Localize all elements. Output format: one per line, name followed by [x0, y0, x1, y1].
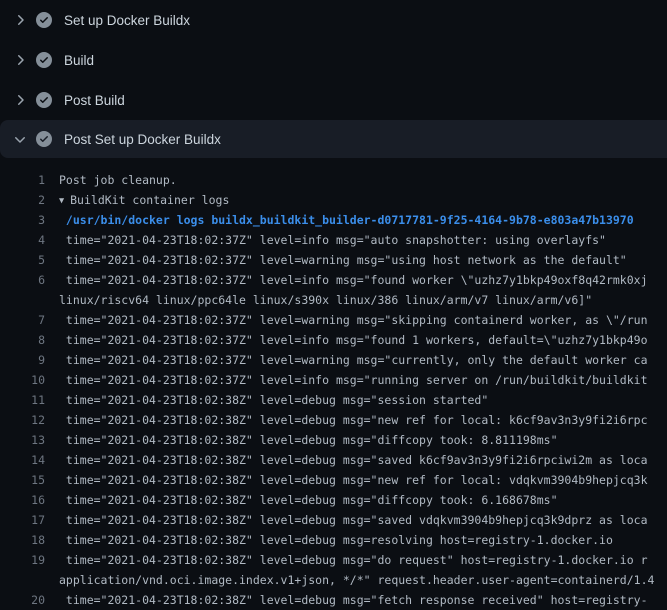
line-number[interactable]: 1 — [0, 170, 45, 190]
log-text: time="2021-04-23T18:02:37Z" level=warnin… — [45, 310, 648, 330]
log-text: time="2021-04-23T18:02:38Z" level=debug … — [45, 430, 558, 450]
step-row-post-set-up-docker-buildx[interactable]: Post Set up Docker Buildx — [0, 120, 667, 158]
log-row: 2▼BuildKit container logs — [0, 190, 667, 210]
log-row: 15 time="2021-04-23T18:02:38Z" level=deb… — [0, 470, 667, 490]
log-row: 16 time="2021-04-23T18:02:38Z" level=deb… — [0, 490, 667, 510]
log-row: 19 time="2021-04-23T18:02:38Z" level=deb… — [0, 550, 667, 570]
step-label: Build — [64, 53, 94, 68]
log-row: linux/riscv64 linux/ppc64le linux/s390x … — [0, 290, 667, 310]
log-viewer: 1Post job cleanup.2▼BuildKit container l… — [0, 158, 667, 610]
log-text: time="2021-04-23T18:02:37Z" level=info m… — [45, 370, 648, 390]
line-number[interactable]: 12 — [0, 410, 45, 430]
line-number[interactable]: 10 — [0, 370, 45, 390]
log-text: application/vnd.oci.image.index.v1+json,… — [45, 570, 654, 590]
log-text: time="2021-04-23T18:02:38Z" level=debug … — [45, 470, 648, 490]
step-row-set-up-docker-buildx[interactable]: Set up Docker Buildx — [0, 0, 667, 40]
line-number[interactable]: 7 — [0, 310, 45, 330]
log-text: time="2021-04-23T18:02:37Z" level=warnin… — [45, 250, 627, 270]
chevron-down-icon[interactable] — [12, 131, 28, 147]
step-row-post-build[interactable]: Post Build — [0, 80, 667, 120]
step-list: Set up Docker Buildx Build Post Build Po… — [0, 0, 667, 158]
log-row: 9 time="2021-04-23T18:02:37Z" level=warn… — [0, 350, 667, 370]
check-circle-icon — [36, 12, 52, 28]
log-row: 11 time="2021-04-23T18:02:38Z" level=deb… — [0, 390, 667, 410]
log-row: 4 time="2021-04-23T18:02:37Z" level=info… — [0, 230, 667, 250]
line-number[interactable]: 19 — [0, 550, 45, 570]
log-text: time="2021-04-23T18:02:37Z" level=warnin… — [45, 350, 648, 370]
log-text: time="2021-04-23T18:02:38Z" level=debug … — [45, 390, 488, 410]
log-row: 10 time="2021-04-23T18:02:37Z" level=inf… — [0, 370, 667, 390]
log-text: time="2021-04-23T18:02:38Z" level=debug … — [45, 490, 558, 510]
log-row: 13 time="2021-04-23T18:02:38Z" level=deb… — [0, 430, 667, 450]
group-toggle-icon[interactable]: ▼ — [59, 191, 64, 210]
line-number[interactable]: 8 — [0, 330, 45, 350]
line-number[interactable]: 9 — [0, 350, 45, 370]
chevron-right-icon[interactable] — [12, 52, 28, 68]
log-lines: 1Post job cleanup.2▼BuildKit container l… — [0, 170, 667, 610]
log-command-text: /usr/bin/docker logs buildx_buildkit_bui… — [45, 210, 634, 230]
step-label: Set up Docker Buildx — [64, 13, 190, 28]
log-row: 18 time="2021-04-23T18:02:38Z" level=deb… — [0, 530, 667, 550]
line-number[interactable]: 18 — [0, 530, 45, 550]
log-row: 5 time="2021-04-23T18:02:37Z" level=warn… — [0, 250, 667, 270]
line-number[interactable]: 6 — [0, 270, 45, 290]
line-number[interactable]: 17 — [0, 510, 45, 530]
log-text: Post job cleanup. — [45, 170, 177, 190]
line-number — [0, 570, 45, 590]
log-row: 3 /usr/bin/docker logs buildx_buildkit_b… — [0, 210, 667, 230]
log-text: time="2021-04-23T18:02:38Z" level=debug … — [45, 590, 648, 610]
log-row: 20 time="2021-04-23T18:02:38Z" level=deb… — [0, 590, 667, 610]
log-text: linux/riscv64 linux/ppc64le linux/s390x … — [45, 290, 592, 310]
log-row: 14 time="2021-04-23T18:02:38Z" level=deb… — [0, 450, 667, 470]
check-circle-icon — [36, 131, 52, 147]
chevron-right-icon[interactable] — [12, 92, 28, 108]
line-number[interactable]: 4 — [0, 230, 45, 250]
log-row: 12 time="2021-04-23T18:02:38Z" level=deb… — [0, 410, 667, 430]
chevron-right-icon[interactable] — [12, 12, 28, 28]
log-row: 17 time="2021-04-23T18:02:38Z" level=deb… — [0, 510, 667, 530]
log-text: time="2021-04-23T18:02:38Z" level=debug … — [45, 410, 648, 430]
step-label: Post Build — [64, 93, 125, 108]
line-number[interactable]: 2 — [0, 190, 45, 210]
log-row: 7 time="2021-04-23T18:02:37Z" level=warn… — [0, 310, 667, 330]
line-number[interactable]: 3 — [0, 210, 45, 230]
log-row: 6 time="2021-04-23T18:02:37Z" level=info… — [0, 270, 667, 290]
step-label: Post Set up Docker Buildx — [64, 132, 221, 147]
log-text: time="2021-04-23T18:02:38Z" level=debug … — [45, 510, 648, 530]
check-circle-icon — [36, 92, 52, 108]
check-circle-icon — [36, 52, 52, 68]
line-number[interactable]: 5 — [0, 250, 45, 270]
log-text: time="2021-04-23T18:02:38Z" level=debug … — [45, 550, 648, 570]
log-text: time="2021-04-23T18:02:37Z" level=info m… — [45, 330, 648, 350]
line-number[interactable]: 13 — [0, 430, 45, 450]
line-number[interactable]: 16 — [0, 490, 45, 510]
log-text: time="2021-04-23T18:02:38Z" level=debug … — [45, 450, 648, 470]
log-row: application/vnd.oci.image.index.v1+json,… — [0, 570, 667, 590]
log-text: ▼BuildKit container logs — [45, 190, 229, 210]
line-number[interactable]: 11 — [0, 390, 45, 410]
log-text: time="2021-04-23T18:02:37Z" level=info m… — [45, 230, 606, 250]
line-number[interactable]: 14 — [0, 450, 45, 470]
step-row-build[interactable]: Build — [0, 40, 667, 80]
line-number[interactable]: 20 — [0, 590, 45, 610]
log-row: 1Post job cleanup. — [0, 170, 667, 190]
log-row: 8 time="2021-04-23T18:02:37Z" level=info… — [0, 330, 667, 350]
line-number — [0, 290, 45, 310]
line-number[interactable]: 15 — [0, 470, 45, 490]
log-text: time="2021-04-23T18:02:38Z" level=debug … — [45, 530, 613, 550]
log-text: time="2021-04-23T18:02:37Z" level=info m… — [45, 270, 648, 290]
